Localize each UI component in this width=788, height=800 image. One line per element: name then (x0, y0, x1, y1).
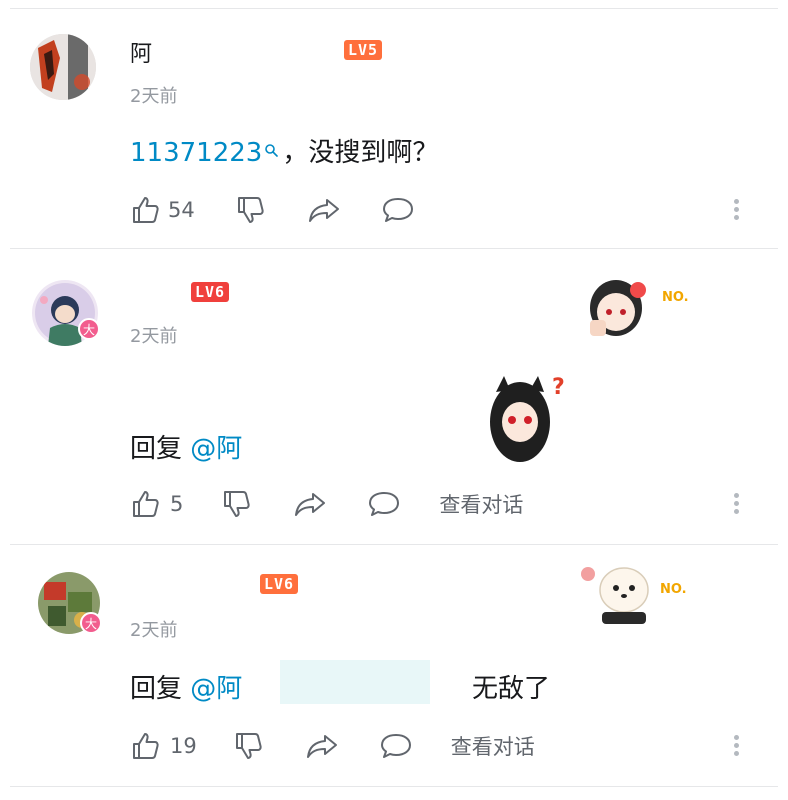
vip-badge: 大 (78, 318, 100, 340)
thumbs-up-icon (130, 730, 162, 762)
dislike-button[interactable] (221, 488, 253, 520)
blurred-region (280, 660, 430, 704)
thumbs-down-icon (221, 488, 253, 520)
like-count: 5 (170, 492, 184, 516)
level-badge: LV6 (191, 282, 230, 302)
vip-badge: 大 (80, 612, 102, 634)
thumbs-up-icon (130, 194, 162, 226)
more-options-button[interactable] (732, 732, 740, 759)
share-icon (307, 194, 341, 226)
avatar[interactable] (30, 34, 96, 100)
like-button[interactable]: 19 (130, 730, 197, 762)
svg-text:?: ? (552, 375, 565, 400)
comment-content: 11371223 ，没搜到啊？ (130, 132, 438, 169)
view-conversation-link[interactable]: 查看对话 (451, 731, 535, 761)
dislike-button[interactable] (235, 194, 267, 226)
thumbs-up-icon (130, 488, 162, 520)
comment-actions: 5 查看对话 (130, 484, 523, 524)
comment-actions: 54 (130, 190, 415, 230)
comment-actions: 19 查看对话 (130, 726, 535, 766)
more-options-button[interactable] (732, 490, 740, 517)
comment-content: 回复 @阿 (130, 668, 242, 705)
share-button[interactable] (307, 194, 341, 226)
comment-content: 回复 @阿 (130, 428, 242, 465)
username[interactable]: 阿 (130, 36, 152, 68)
share-icon (305, 730, 339, 762)
search-link[interactable]: 11371223 (130, 138, 262, 168)
level-badge: LV5 (344, 40, 383, 60)
timestamp: 2天前 (130, 326, 178, 347)
comment-bubble-icon (381, 194, 415, 226)
comment-text: 无敌了 (472, 674, 551, 704)
comment-bubble-icon (379, 730, 413, 762)
user-mention[interactable]: @阿 (190, 674, 242, 704)
share-icon (293, 488, 327, 520)
fan-badge-decoration: NO. (580, 268, 710, 340)
reply-prefix: 回复 (130, 674, 183, 704)
more-options-button[interactable] (732, 196, 740, 223)
level-badge: LV6 (260, 574, 299, 594)
timestamp: 2天前 (130, 86, 178, 107)
user-mention[interactable]: @阿 (190, 434, 242, 464)
thumbs-down-icon (233, 730, 265, 762)
search-icon[interactable] (264, 134, 279, 164)
divider (10, 544, 778, 545)
share-button[interactable] (293, 488, 327, 520)
divider-top (10, 8, 778, 9)
reply-button[interactable] (381, 194, 415, 226)
fan-badge-decoration: NO. (578, 556, 708, 628)
reply-prefix: 回复 (130, 434, 183, 464)
dislike-button[interactable] (233, 730, 265, 762)
like-count: 54 (168, 198, 195, 222)
share-button[interactable] (305, 730, 339, 762)
like-button[interactable]: 54 (130, 194, 195, 226)
reply-button[interactable] (367, 488, 401, 520)
fan-badge-label: NO. (660, 582, 687, 597)
comment-bubble-icon (367, 488, 401, 520)
timestamp: 2天前 (130, 620, 178, 641)
emoji-sticker: ? (482, 372, 572, 464)
divider (10, 786, 778, 787)
fan-badge-label: NO. (662, 290, 689, 305)
comment-text: ，没搜到啊？ (282, 138, 439, 168)
thumbs-down-icon (235, 194, 267, 226)
reply-button[interactable] (379, 730, 413, 762)
divider (10, 248, 778, 249)
view-conversation-link[interactable]: 查看对话 (439, 489, 523, 519)
like-button[interactable]: 5 (130, 488, 183, 520)
like-count: 19 (170, 734, 197, 758)
